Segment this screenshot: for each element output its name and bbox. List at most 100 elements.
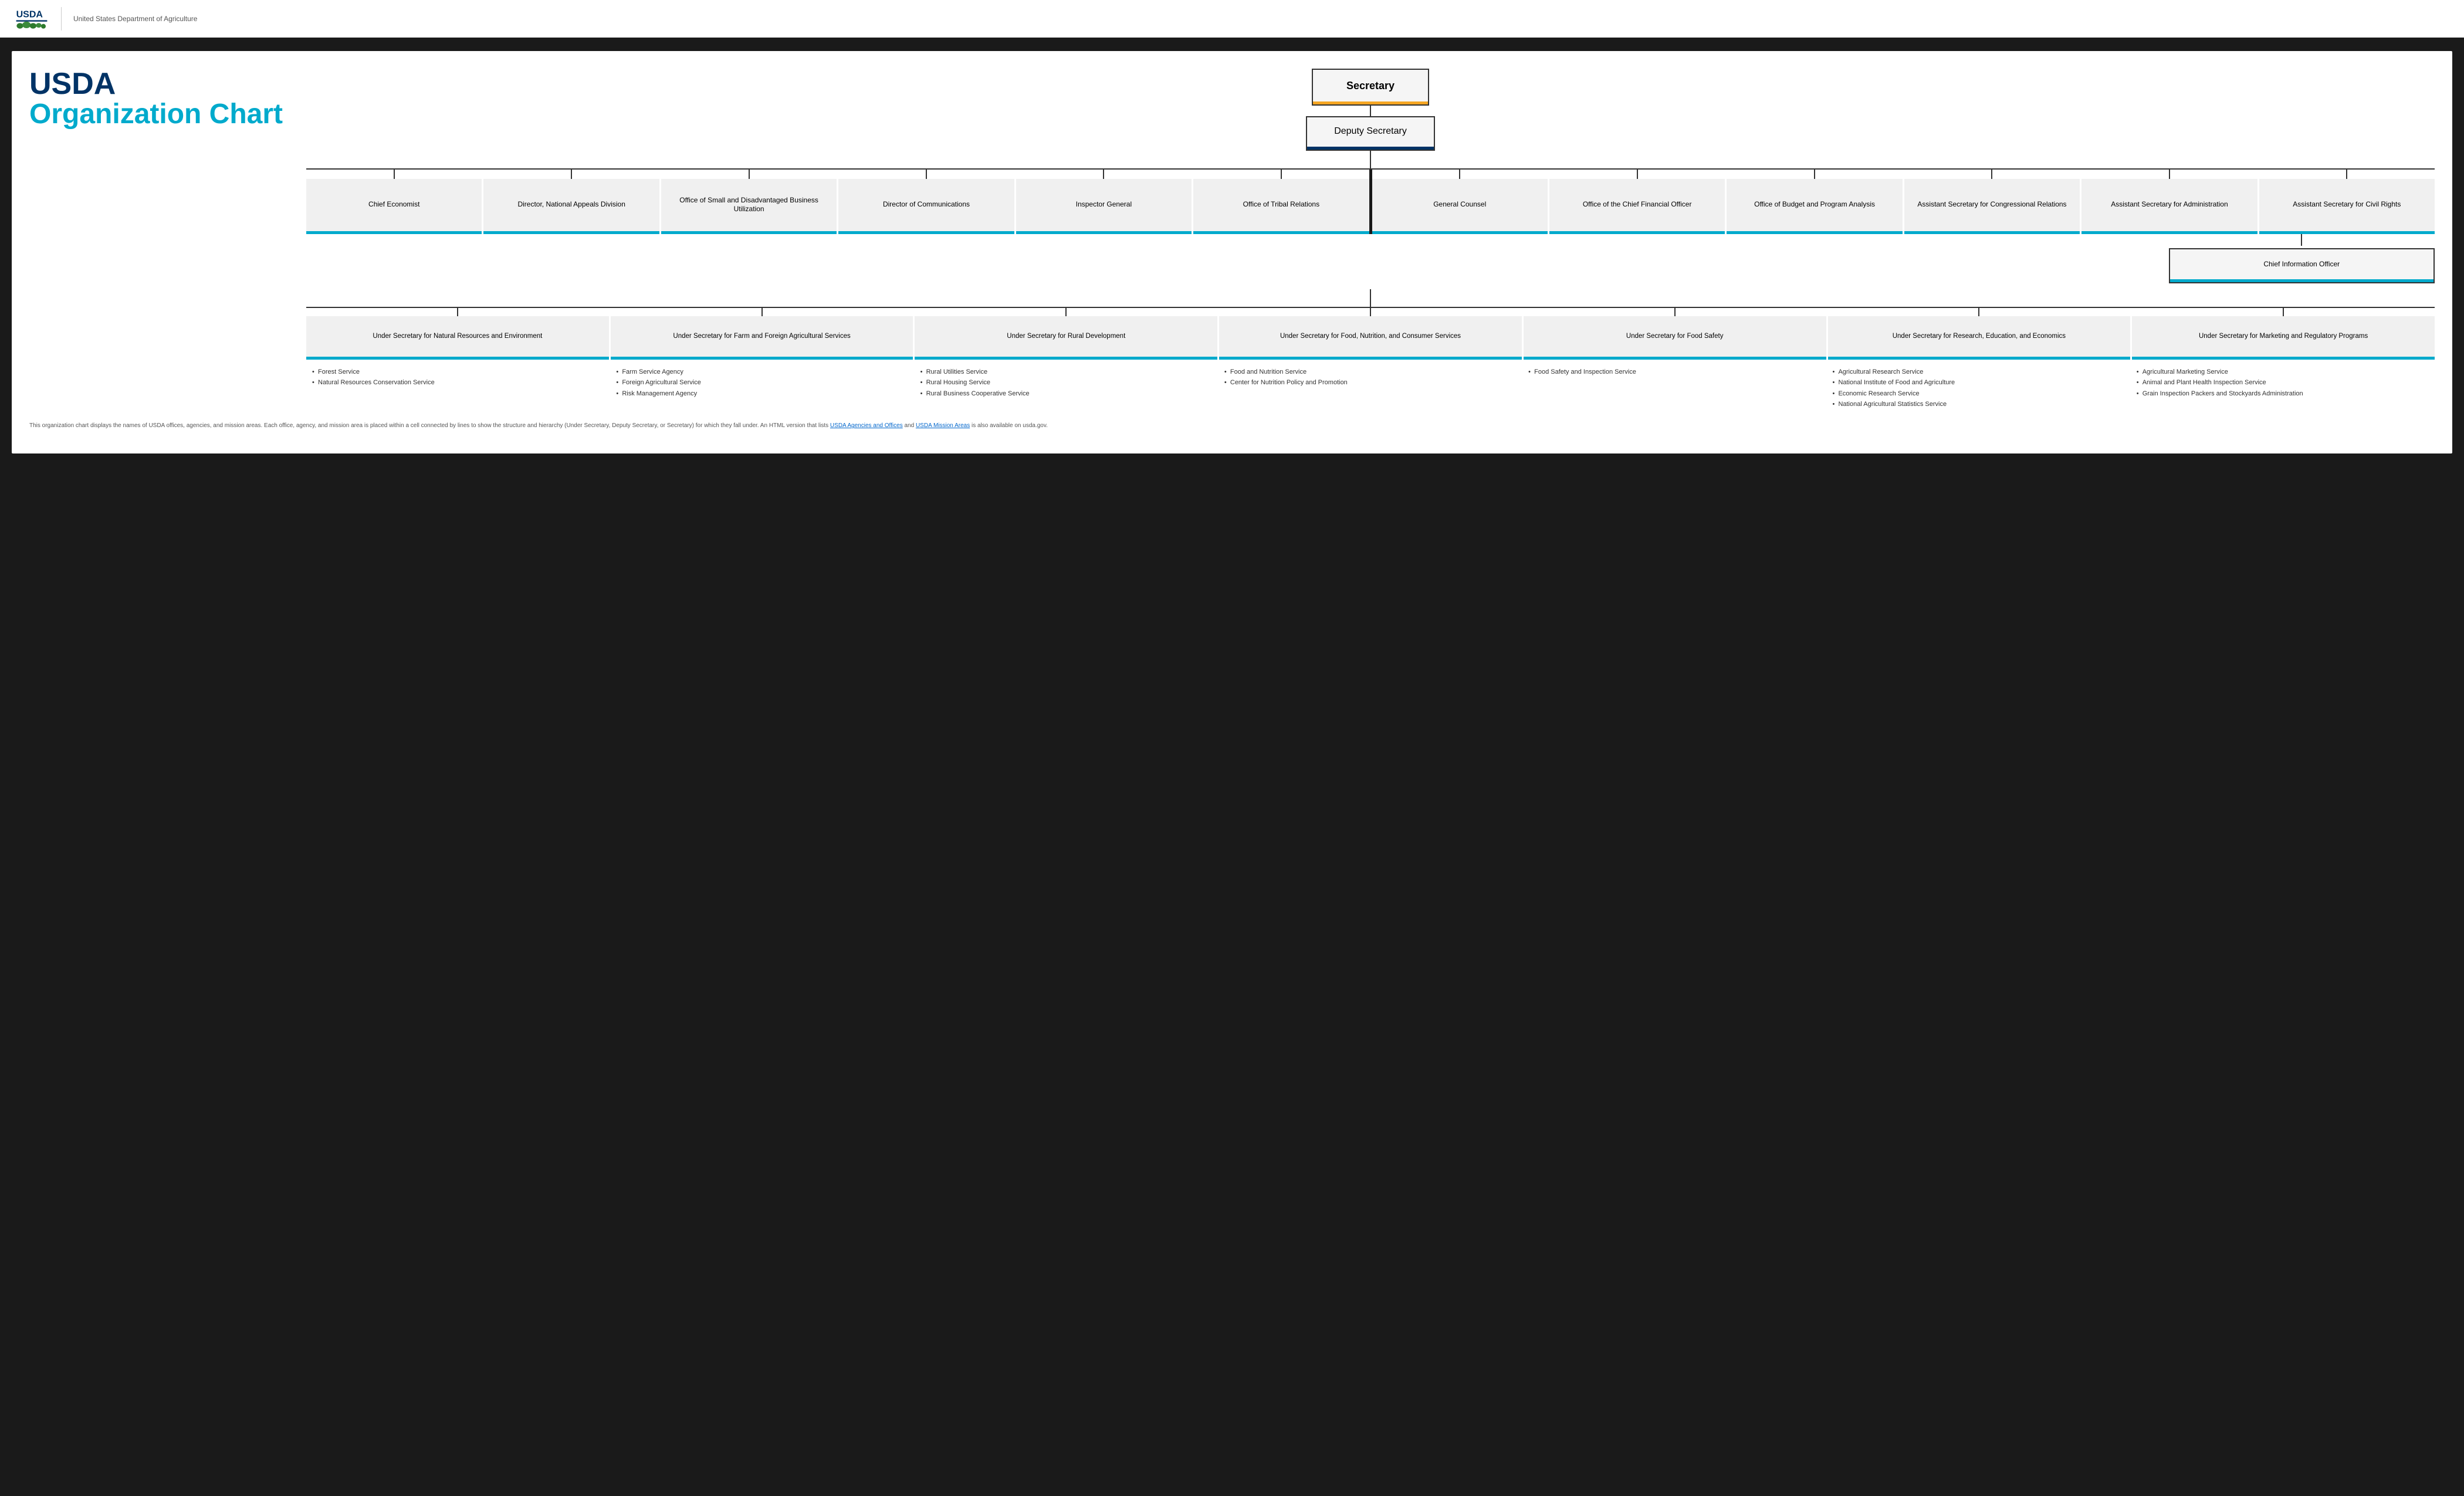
level2-box-inspector-general: Inspector General	[1016, 179, 1192, 234]
title-usda: USDA	[29, 69, 283, 99]
us-box-4: Under Secretary for Food Safety	[1524, 316, 1826, 360]
deputy-level2-connector	[306, 151, 2435, 168]
under-sec-boxes: Under Secretary for Natural Resources an…	[306, 308, 2435, 360]
drop1	[483, 170, 659, 179]
level2-label-5: Office of Tribal Relations	[1243, 200, 1320, 209]
bullet-list-2: Rural Utilities Service Rural Housing Se…	[919, 367, 1214, 399]
level2-label-9: Assistant Secretary for Congressional Re…	[1917, 200, 2066, 209]
drop9	[1904, 170, 2080, 179]
header-divider	[61, 7, 62, 31]
footer-text2: and	[903, 422, 916, 429]
cio-label: Chief Information Officer	[2263, 260, 2340, 269]
drop6	[1372, 170, 1548, 179]
header-subtitle: United States Department of Agriculture	[73, 15, 197, 23]
level2-box-congressional-relations: Assistant Secretary for Congressional Re…	[1904, 179, 2080, 234]
level2-left-group: Chief Economist Director, National Appea…	[306, 170, 1369, 234]
us-label-4: Under Secretary for Food Safety	[1626, 332, 1724, 341]
footer-link1[interactable]: USDA Agencies and Offices	[830, 422, 903, 429]
bullet-item: Animal and Plant Health Inspection Servi…	[2135, 377, 2430, 388]
level2-section: Chief Economist Director, National Appea…	[306, 168, 2435, 234]
svg-text:USDA: USDA	[16, 10, 43, 20]
level2-label-11: Assistant Secretary for Civil Rights	[2293, 200, 2401, 209]
bullet-item: Rural Housing Service	[919, 377, 1214, 388]
level2-box-national-appeals: Director, National Appeals Division	[483, 179, 659, 234]
us-label-2: Under Secretary for Rural Development	[1007, 332, 1125, 341]
bullet-list-6: Agricultural Marketing Service Animal an…	[2135, 367, 2430, 399]
level2-left-2: Office of Small and Disadvantaged Busine…	[661, 170, 837, 234]
bullet-item: Food Safety and Inspection Service	[1527, 367, 1822, 377]
level2-label-8: Office of Budget and Program Analysis	[1754, 200, 1875, 209]
bullet-list-1: Farm Service Agency Foreign Agricultural…	[615, 367, 909, 399]
level2-label-2: Office of Small and Disadvantaged Busine…	[665, 196, 833, 214]
bullets-col-3: Food and Nutrition Service Center for Nu…	[1219, 367, 1522, 409]
bullets-col-5: Agricultural Research Service National I…	[1826, 367, 2130, 409]
bullet-item: National Agricultural Statistics Service	[1831, 399, 2125, 409]
us-box-3: Under Secretary for Food, Nutrition, and…	[1219, 316, 1522, 360]
level2-right-0: General Counsel	[1372, 170, 1548, 234]
us-label-1: Under Secretary for Farm and Foreign Agr…	[673, 332, 850, 341]
usda-icon-svg: USDA	[14, 7, 49, 31]
bullet-item: Risk Management Agency	[615, 388, 909, 399]
us-box-1: Under Secretary for Farm and Foreign Agr…	[611, 316, 913, 360]
cio-row: Chief Information Officer	[306, 234, 2435, 283]
us-3: Under Secretary for Food, Nutrition, and…	[1219, 308, 1522, 360]
cio-col: Chief Information Officer	[2169, 234, 2435, 283]
us-box-5: Under Secretary for Research, Education,…	[1828, 316, 2131, 360]
level2-box-general-counsel: General Counsel	[1372, 179, 1548, 234]
under-sec-connector	[306, 289, 2435, 307]
us-box-2: Under Secretary for Rural Development	[915, 316, 1217, 360]
bullet-item: Economic Research Service	[1831, 388, 2125, 399]
level2-right-1: Office of the Chief Financial Officer	[1549, 170, 1725, 234]
bullet-list-4: Food Safety and Inspection Service	[1527, 367, 1822, 377]
chart-title: USDA Organization Chart	[29, 69, 283, 130]
bullet-item: Agricultural Marketing Service	[2135, 367, 2430, 377]
level2-label-4: Inspector General	[1076, 200, 1132, 209]
level2-label-0: Chief Economist	[368, 200, 419, 209]
level2-right-4: Assistant Secretary for Administration	[2081, 170, 2257, 234]
footer-link2[interactable]: USDA Mission Areas	[916, 422, 970, 429]
us-1: Under Secretary for Farm and Foreign Agr…	[611, 308, 913, 360]
level2-label-6: General Counsel	[1433, 200, 1486, 209]
bullet-list-0: Forest Service Natural Resources Conserv…	[311, 367, 605, 388]
level2-label-7: Office of the Chief Financial Officer	[1583, 200, 1692, 209]
us-label-0: Under Secretary for Natural Resources an…	[373, 332, 542, 341]
bullets-col-6: Agricultural Marketing Service Animal an…	[2131, 367, 2435, 409]
us-6: Under Secretary for Marketing and Regula…	[2132, 308, 2435, 360]
header: USDA United States Department of Agricul…	[0, 0, 2464, 39]
level2-right-2: Office of Budget and Program Analysis	[1727, 170, 1902, 234]
bullet-item: Farm Service Agency	[615, 367, 909, 377]
bullets-col-0: Forest Service Natural Resources Conserv…	[306, 367, 610, 409]
drop4	[1016, 170, 1192, 179]
main-content: USDA Organization Chart Secretary	[12, 51, 2452, 453]
bullet-item: Agricultural Research Service	[1831, 367, 2125, 377]
drop11	[2259, 170, 2435, 179]
deputy-row: Deputy Secretary	[306, 117, 2435, 151]
center-vert-line	[1370, 151, 1371, 168]
level2-left-5: Office of Tribal Relations	[1193, 170, 1369, 234]
bullets-row: Forest Service Natural Resources Conserv…	[306, 367, 2435, 409]
level2-label-1: Director, National Appeals Division	[517, 200, 625, 209]
page-wrapper: USDA United States Department of Agricul…	[0, 0, 2464, 453]
secretary-label: Secretary	[1346, 80, 1395, 92]
bullet-item: Grain Inspection Packers and Stockyards …	[2135, 388, 2430, 399]
level2-label-10: Assistant Secretary for Administration	[2111, 200, 2228, 209]
deputy-secretary-box: Deputy Secretary	[1306, 116, 1435, 151]
org-chart-wrapper: Secretary Deputy Secretary	[306, 69, 2435, 409]
deputy-secretary-label: Deputy Secretary	[1334, 126, 1407, 136]
bullet-list-5: Agricultural Research Service National I…	[1831, 367, 2125, 409]
level2-box-tribal: Office of Tribal Relations	[1193, 179, 1369, 234]
level2-box-chief-economist: Chief Economist	[306, 179, 482, 234]
footer-text1: This organization chart displays the nam…	[29, 422, 830, 429]
drop2	[661, 170, 837, 179]
level2-box-budget: Office of Budget and Program Analysis	[1727, 179, 1902, 234]
bullets-col-1: Farm Service Agency Foreign Agricultural…	[610, 367, 914, 409]
drop5	[1193, 170, 1369, 179]
level2-right-5: Assistant Secretary for Civil Rights	[2259, 170, 2435, 234]
bullet-item: National Institute of Food and Agricultu…	[1831, 377, 2125, 388]
us-label-3: Under Secretary for Food, Nutrition, and…	[1280, 332, 1461, 341]
drop3	[838, 170, 1014, 179]
us-2: Under Secretary for Rural Development	[915, 308, 1217, 360]
level2-box-communications: Director of Communications	[838, 179, 1014, 234]
footer-text3: is also available on usda.gov.	[970, 422, 1048, 429]
bullet-item: Forest Service	[311, 367, 605, 377]
